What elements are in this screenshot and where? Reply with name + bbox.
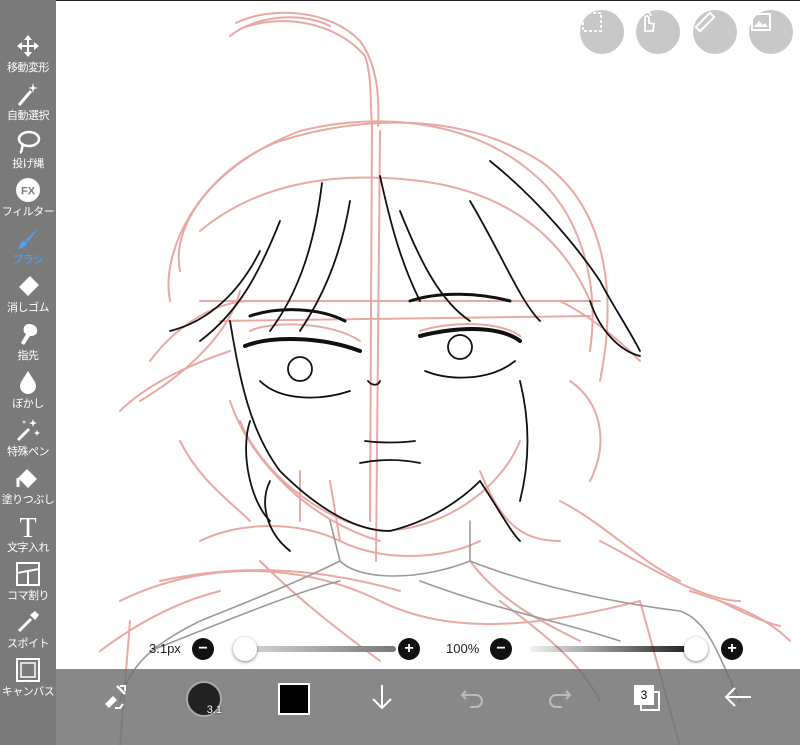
app-window: 3.1px − + 100% − + 移動変形 自動選択 投げ縄 FX フィルタ… — [0, 0, 800, 745]
tool-fill[interactable]: 塗りつぶし — [0, 462, 56, 510]
pink-sketch-layer — [99, 11, 791, 745]
tool-blur[interactable]: ぼかし — [0, 366, 56, 414]
canvas-icon — [14, 656, 42, 684]
eyedropper-icon — [14, 608, 42, 636]
move-icon — [14, 32, 42, 60]
blur-drop-icon — [14, 368, 42, 396]
current-color-swatch — [278, 683, 310, 715]
frame-divider-icon — [14, 560, 42, 588]
arrow-left-icon — [723, 684, 753, 715]
tool-lasso[interactable]: 投げ縄 — [0, 126, 56, 174]
lasso-icon — [14, 128, 42, 156]
brush-eraser-switch-icon — [101, 682, 131, 717]
tool-finger[interactable]: 指先 — [0, 318, 56, 366]
tool-label: 指先 — [17, 349, 40, 362]
undo-icon — [458, 683, 486, 716]
text-icon: T — [14, 512, 42, 540]
redo-icon — [546, 683, 574, 716]
tool-label: ぼかし — [12, 397, 44, 410]
tool-text[interactable]: T 文字入れ — [0, 510, 56, 558]
tool-auto-select[interactable]: 自動選択 — [0, 78, 56, 126]
save-download-button[interactable] — [362, 669, 402, 729]
opacity-increase-button[interactable]: + — [721, 638, 743, 660]
layers-icon: 3 — [634, 685, 662, 713]
tool-label: 自動選択 — [7, 109, 50, 122]
undo-button[interactable] — [452, 669, 492, 729]
brush-size-slider-thumb[interactable] — [233, 637, 257, 661]
tool-frame-divider[interactable]: コマ割り — [0, 558, 56, 606]
filter-fx-icon: FX — [14, 176, 42, 204]
brush-size-badge: 3.1 — [206, 704, 222, 716]
drawing-canvas[interactable]: 3.1px − + 100% − + — [56, 0, 800, 745]
tool-label: 消しゴム — [7, 301, 50, 314]
redo-button[interactable] — [540, 669, 580, 729]
tool-brush[interactable]: ブラシ — [0, 222, 56, 270]
opacity-track[interactable] — [530, 646, 700, 652]
layer-count: 3 — [640, 688, 648, 702]
tool-label: キャンバス — [1, 685, 55, 698]
opacity-decrease-button[interactable]: − — [490, 638, 512, 660]
tool-label: フィルター — [1, 205, 55, 218]
tool-label: 投げ縄 — [12, 157, 44, 170]
brush-preview-circle: 3.1 — [186, 681, 222, 717]
brush-size-preview-button[interactable]: 3.1 — [184, 669, 224, 729]
tool-label: ブラシ — [12, 253, 44, 266]
brush-size-increase-button[interactable]: + — [398, 638, 420, 660]
arrow-down-icon — [369, 682, 395, 717]
tool-label: スポイト — [7, 637, 50, 650]
tool-canvas[interactable]: キャンバス — [0, 654, 56, 702]
opacity-value: 100% — [446, 641, 480, 656]
magic-wand-icon — [14, 80, 42, 108]
brush-size-track[interactable] — [234, 646, 396, 652]
selection-button[interactable] — [580, 10, 624, 54]
svg-text:FX: FX — [21, 186, 36, 198]
svg-text:T: T — [19, 513, 36, 539]
brush-size-value: 3.1px — [149, 641, 181, 656]
tool-filter[interactable]: FX フィルター — [0, 174, 56, 222]
tool-label: 塗りつぶし — [1, 493, 55, 506]
color-swatch-button[interactable] — [274, 669, 314, 729]
quick-switch-button[interactable] — [96, 669, 136, 729]
brush-icon — [14, 224, 42, 252]
tool-move-transform[interactable]: 移動変形 — [0, 30, 56, 78]
tool-eyedropper[interactable]: スポイト — [0, 606, 56, 654]
bottom-toolbar: 3.1 3 — [56, 669, 800, 745]
image-button[interactable] — [749, 10, 793, 54]
brush-size-decrease-button[interactable]: − — [192, 638, 214, 660]
tool-special-pen[interactable]: 特殊ペン — [0, 414, 56, 462]
tool-label: 移動変形 — [7, 61, 50, 74]
ruler-button[interactable] — [693, 10, 737, 54]
fill-bucket-icon — [14, 464, 42, 492]
finger-icon — [14, 320, 42, 348]
special-pen-icon — [14, 416, 42, 444]
tool-label: コマ割り — [7, 589, 50, 602]
eraser-icon — [14, 272, 42, 300]
tool-label: 特殊ペン — [7, 445, 50, 458]
layers-button[interactable]: 3 — [628, 669, 668, 729]
opacity-slider-thumb[interactable] — [684, 637, 708, 661]
tool-eraser[interactable]: 消しゴム — [0, 270, 56, 318]
tool-label: 文字入れ — [7, 541, 50, 554]
touch-button[interactable] — [636, 10, 680, 54]
artwork — [99, 11, 791, 745]
back-button[interactable] — [718, 669, 758, 729]
tool-sidebar: 移動変形 自動選択 投げ縄 FX フィルター ブラシ 消しゴム 指先 ぼかし 特… — [0, 0, 56, 745]
